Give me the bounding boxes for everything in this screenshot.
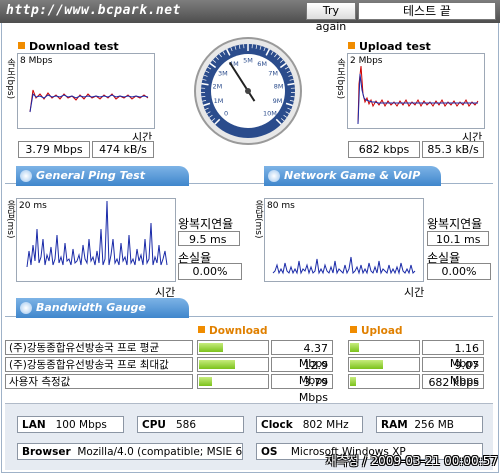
- game-graph: 80 ms: [264, 198, 424, 282]
- download-kbs: 474 kB/s: [92, 141, 154, 158]
- ram-info: RAM 256 MB: [376, 416, 483, 433]
- gauge-tick-label: 6M: [257, 60, 267, 68]
- upload-kbs: 85.3 kB/s: [422, 141, 484, 158]
- download-bar: [197, 340, 269, 355]
- upload-chart: [357, 65, 479, 125]
- browser-info: Browser Mozilla/4.0 (compatible; MSIE 6.…: [17, 443, 243, 460]
- gauge-tick: [290, 96, 295, 98]
- ping-rtt-value: 9.5 ms: [178, 231, 240, 246]
- game-x-label: 시간: [404, 286, 425, 299]
- download-column-header: Download: [198, 325, 268, 337]
- gauge-tick-label: 1M: [214, 97, 224, 105]
- ping-loss-value: 0.00%: [178, 263, 242, 280]
- upload-kbps: 682 kbps: [348, 141, 420, 158]
- gauge-tick-label: 10M: [263, 109, 277, 117]
- gauge-tick-label: 8M: [274, 83, 284, 91]
- game-rtt-label: 왕복지연율: [427, 217, 483, 231]
- orange-square-icon: [348, 42, 355, 49]
- download-mbps: 3.79 Mbps: [18, 141, 90, 158]
- bandwidth-row-label: 사용자 측정값: [5, 374, 193, 389]
- gauge-tick-label: 3M: [218, 69, 228, 77]
- ping-graph: 20 ms: [16, 198, 176, 282]
- download-y-label: 속도(bps): [5, 58, 15, 100]
- bandwidth-row-label: (주)강동종합유선방송국 프로 평균: [5, 340, 193, 355]
- site-url: http://www.bcpark.net: [6, 3, 181, 18]
- cpu-info: CPU 586: [137, 416, 244, 433]
- download-value: 4.37 Mbps: [271, 340, 333, 370]
- download-title: Download test: [18, 40, 119, 53]
- orange-square-icon: [198, 326, 205, 333]
- lan-info: LAN 100 Mbps: [17, 416, 124, 433]
- upload-value: 9.07 Mbps: [422, 357, 484, 387]
- download-bar: [197, 374, 269, 389]
- upload-value: 1.16 Mbps: [422, 340, 484, 370]
- upload-bar-fill: [350, 377, 356, 386]
- upload-bar-fill: [350, 360, 383, 369]
- download-chart: [29, 89, 149, 113]
- gauge-tick-label: 0: [224, 109, 228, 117]
- download-graph: 8 Mbps: [17, 53, 155, 129]
- game-loss-value: 0.00%: [427, 263, 491, 280]
- upload-column-header: Upload: [350, 325, 402, 337]
- ping-rtt-label: 왕복지연율: [178, 217, 234, 231]
- upload-y-label: 속도(bps): [335, 58, 345, 100]
- tab-network-game[interactable]: Network Game & VoIP Test: [264, 166, 441, 202]
- ping-chart: [26, 200, 168, 268]
- orange-square-icon: [350, 326, 357, 333]
- download-value: 3.79 Mbps: [271, 374, 333, 404]
- gauge-tick-label: 5M: [243, 57, 253, 65]
- tab-bullet-icon: [268, 170, 280, 182]
- upload-bar: [348, 374, 420, 389]
- tab-bandwidth-gauge[interactable]: Bandwidth Gauge: [16, 298, 189, 318]
- end-test-button[interactable]: 테스트 끝: [358, 2, 496, 20]
- upload-title: Upload test: [348, 40, 431, 53]
- download-bar-fill: [199, 377, 212, 386]
- upload-bar-fill: [350, 343, 359, 352]
- download-bar-fill: [199, 360, 235, 369]
- gauge-tick-label: 2M: [213, 83, 223, 91]
- download-bar-fill: [199, 343, 223, 352]
- upload-value: 682 kbps: [422, 374, 484, 389]
- gauge-tick: [201, 96, 206, 98]
- gauge-tick-label: 9M: [273, 97, 283, 105]
- upload-graph: 2 Mbps: [347, 53, 485, 129]
- download-value: 12.9 Mbps: [271, 357, 333, 387]
- upload-bar: [348, 357, 420, 372]
- gauge-tick-label: 7M: [268, 69, 278, 77]
- orange-square-icon: [18, 42, 25, 49]
- clock-info: Clock 802 MHz: [256, 416, 363, 433]
- game-rtt-value: 10.1 ms: [427, 231, 489, 246]
- game-chart: [272, 256, 416, 275]
- tab-bullet-icon: [20, 302, 32, 314]
- bandwidth-row-label: (주)강동종합유선방송국 프로 최대값: [5, 357, 193, 372]
- download-bar: [197, 357, 269, 372]
- upload-bar: [348, 340, 420, 355]
- measurement-timestamp: 재측정 / 2009-03-21 00:00:57: [325, 454, 498, 468]
- tab-bullet-icon: [20, 170, 32, 182]
- speed-gauge: 01M2M3M4M 5M 6M7M8M9M10M: [194, 37, 302, 145]
- tab-general-ping[interactable]: General Ping Test: [16, 166, 189, 186]
- try-again-button[interactable]: Try again: [306, 2, 356, 33]
